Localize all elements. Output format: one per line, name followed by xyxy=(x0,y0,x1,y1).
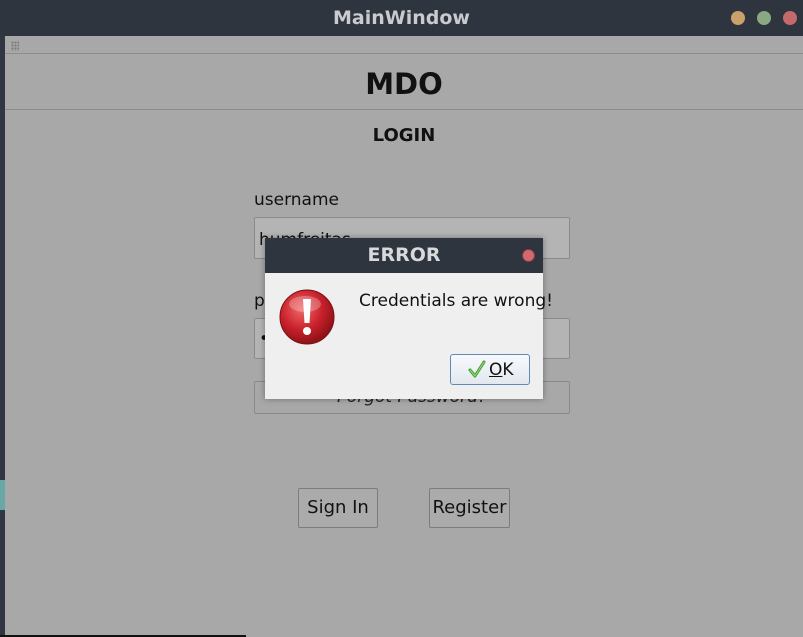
error-icon xyxy=(279,289,335,345)
toolbar-grip-icon[interactable] xyxy=(11,41,19,51)
app-title: MDO xyxy=(365,67,443,101)
dialog-title: ERROR xyxy=(367,244,441,266)
header-divider xyxy=(5,109,803,110)
dialog-body: Credentials are wrong! OK xyxy=(265,273,553,399)
dialog-close-button[interactable] xyxy=(522,249,535,262)
error-dialog: ERROR Credentials are wrong! OK xyxy=(265,238,553,399)
minimize-button[interactable] xyxy=(731,11,745,25)
toolbar-separator xyxy=(5,53,803,54)
window-titlebar[interactable]: MainWindow xyxy=(0,0,803,36)
maximize-button[interactable] xyxy=(757,11,771,25)
dialog-message: Credentials are wrong! xyxy=(359,291,553,311)
register-button[interactable]: Register xyxy=(429,488,510,528)
checkmark-icon xyxy=(468,360,486,378)
login-heading: LOGIN xyxy=(372,125,436,146)
ok-button-label: OK xyxy=(489,360,514,380)
dialog-titlebar[interactable]: ERROR xyxy=(265,238,543,273)
username-label: username xyxy=(254,190,339,210)
close-button[interactable] xyxy=(783,11,797,25)
sign-in-button[interactable]: Sign In xyxy=(298,488,378,528)
ok-button[interactable]: OK xyxy=(450,354,530,385)
window-title: MainWindow xyxy=(333,7,470,29)
